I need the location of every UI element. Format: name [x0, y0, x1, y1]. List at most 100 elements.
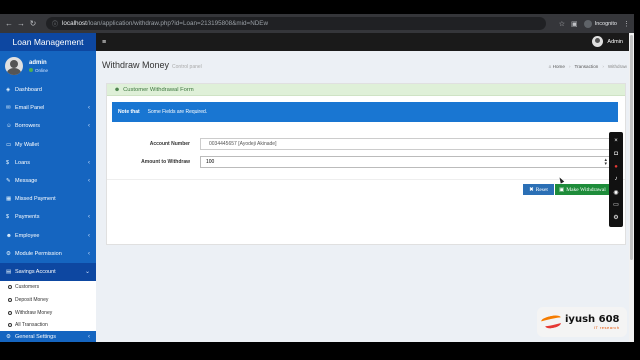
user-name: admin	[29, 59, 47, 66]
sidebar-item-label: My Wallet	[15, 141, 39, 148]
sidebar-item-label: Savings Account	[15, 268, 56, 275]
account-number-label: Account Number	[149, 141, 190, 147]
page-title-text: Withdraw Money	[102, 60, 170, 70]
top-navbar: ≡ Admin	[96, 33, 629, 51]
sidebar-item-savings-account[interactable]: ▤ Savings Account ⌄	[0, 262, 96, 282]
chevron-left-icon: ‹	[88, 178, 90, 185]
dashboard-icon: ◈	[6, 87, 11, 94]
dollar-icon: $	[6, 214, 10, 221]
calendar-icon: ▦	[6, 196, 12, 203]
url-path: /loan/application/withdraw.php?id=Loan=2…	[86, 20, 269, 27]
submenu-item-withdraw-money[interactable]: Withdraw Money	[0, 306, 96, 319]
close-icon: ✖	[529, 186, 534, 193]
tab-icon[interactable]: ▣	[571, 20, 578, 28]
sidebar-item-missed-payment[interactable]: ▦ Missed Payment	[0, 190, 96, 208]
chevron-left-icon: ‹	[88, 105, 90, 112]
camera-icon[interactable]: ◘	[612, 150, 621, 159]
users-icon: ☺	[6, 123, 12, 130]
submenu-item-customers[interactable]: Customers	[0, 281, 96, 294]
avatar	[5, 57, 23, 75]
sidebar-item-employee[interactable]: ☻ Employee ‹	[0, 227, 96, 245]
page-title: Withdraw Money Control panel	[102, 60, 202, 70]
sidebar-item-message[interactable]: ✎ Message ‹	[0, 172, 96, 190]
breadcrumb: ⌂ Home › Transaction › Withdraw	[549, 64, 627, 69]
box-title: Customer Withdrawal Form	[123, 86, 194, 93]
user-icon: ☻	[114, 86, 121, 93]
swoosh-logo-icon	[540, 313, 563, 330]
circle-icon	[8, 323, 12, 328]
close-icon[interactable]: ×	[612, 137, 621, 146]
page-scrollbar[interactable]	[629, 33, 634, 342]
record-icon[interactable]: ●	[612, 162, 621, 171]
info-icon[interactable]: ⓘ	[52, 19, 58, 28]
back-icon[interactable]: ←	[3, 19, 15, 28]
gear-icon[interactable]: ⚙	[612, 213, 621, 222]
make-withdrawal-label: Make Withdrawal	[566, 186, 606, 193]
content-header: Withdraw Money Control panel ⌂ Home › Tra…	[96, 51, 629, 79]
submenu-item-deposit-money[interactable]: Deposit Money	[0, 294, 96, 307]
submenu-item-all-transaction[interactable]: All Transaction	[0, 319, 96, 332]
sidebar-item-dashboard[interactable]: ◈ Dashboard	[0, 81, 96, 99]
hamburger-menu-icon[interactable]: ≡	[102, 39, 106, 46]
sidebar-item-label: Message	[15, 178, 38, 185]
reset-button[interactable]: ✖ Reset	[523, 184, 554, 195]
sidebar-item-module-permission[interactable]: ⚙ Module Permission ‹	[0, 245, 96, 263]
dollar-icon: $	[6, 159, 10, 166]
avatar	[592, 36, 604, 47]
submenu-label: All Transaction	[15, 322, 48, 329]
incognito-label: Incognito	[594, 20, 617, 27]
sidebar-item-label: General Settings	[15, 334, 56, 341]
gear-icon: ⚙	[6, 250, 11, 257]
menu-dots-icon[interactable]: ⋮	[623, 20, 630, 28]
sidebar-item-my-wallet[interactable]: ▭ My Wallet	[0, 136, 96, 154]
submenu-label: Withdraw Money	[15, 309, 53, 316]
sidebar-item-label: Payments	[15, 214, 40, 221]
address-bar[interactable]: ⓘ localhost /loan/application/withdraw.p…	[46, 17, 546, 30]
message-icon: ✎	[6, 178, 11, 185]
wallet-icon: ▭	[6, 141, 12, 148]
sidebar-item-borrowers[interactable]: ☺ Borrowers ‹	[0, 117, 96, 135]
forward-icon[interactable]: →	[15, 19, 27, 28]
sidebar-item-email-panel[interactable]: ✉ Email Panel ‹	[0, 99, 96, 117]
sidebar-item-general-settings[interactable]: ⚙ General Settings ‹	[0, 331, 96, 342]
sidebar-item-payments[interactable]: $ Payments ‹	[0, 208, 96, 226]
page-subtitle: Control panel	[172, 64, 202, 70]
scrollbar-thumb[interactable]	[630, 35, 633, 260]
user-menu[interactable]: Admin	[592, 36, 623, 47]
incognito-badge[interactable]: Incognito	[583, 19, 617, 28]
breadcrumb-transaction[interactable]: Transaction	[574, 64, 598, 69]
microphone-icon[interactable]: ♪	[612, 175, 621, 184]
sidebar: Loan Management admin Online ◈ Dashboard…	[0, 33, 96, 342]
chevron-left-icon: ‹	[88, 214, 90, 221]
sidebar-item-label: Loans	[15, 159, 30, 166]
savings-submenu: Customers Deposit Money Withdraw Money A…	[0, 281, 96, 332]
brand-logo[interactable]: Loan Management	[0, 33, 96, 51]
amount-value: 100	[206, 159, 215, 165]
sidebar-item-loans[interactable]: $ Loans ‹	[0, 154, 96, 172]
chevron-left-icon: ‹	[88, 159, 90, 166]
sidebar-item-label: Module Permission	[15, 250, 62, 257]
sidebar-item-label: Borrowers	[15, 123, 41, 130]
chevron-left-icon: ‹	[88, 232, 90, 239]
form-divider	[107, 179, 625, 180]
sidebar-item-label: Missed Payment	[15, 196, 56, 203]
amount-input[interactable]: 100 ▴ ▾	[200, 156, 610, 168]
number-stepper-icon[interactable]: ▴ ▾	[604, 158, 607, 167]
save-icon: ▣	[559, 186, 565, 193]
star-icon[interactable]: ☆	[559, 20, 565, 28]
gear-icon: ⚙	[6, 334, 11, 341]
window-icon[interactable]: ▭	[612, 200, 621, 209]
breadcrumb-current: Withdraw	[607, 64, 627, 69]
breadcrumb-home[interactable]: ⌂ Home	[549, 64, 565, 69]
alert-bold: Note that	[118, 109, 140, 115]
account-row: Account Number 0034445657 [Ayodeji Akina…	[107, 138, 627, 151]
account-number-field[interactable]: 0034445657 [Ayodeji Akinade]	[200, 138, 610, 150]
reload-icon[interactable]: ↻	[27, 19, 39, 28]
breadcrumb-label: Home	[552, 64, 565, 69]
watermark-title: iyush 608	[565, 313, 620, 325]
url-host: localhost	[62, 20, 87, 27]
webcam-icon[interactable]: ◉	[612, 188, 621, 197]
user-icon: ☻	[6, 232, 12, 239]
chevron-left-icon: ‹	[88, 123, 90, 130]
required-fields-alert: Note that Some Fields are Required.	[112, 102, 618, 122]
